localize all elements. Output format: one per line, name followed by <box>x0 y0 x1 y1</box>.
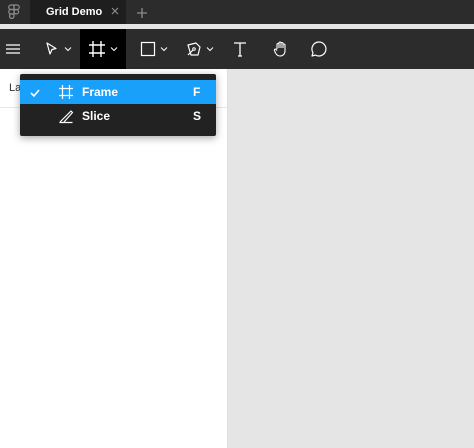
text-tool-button[interactable] <box>226 29 254 69</box>
chevron-down-icon[interactable] <box>206 46 214 52</box>
menu-item-label: Slice <box>82 109 111 123</box>
menu-icon <box>5 42 21 56</box>
comment-tool-button[interactable] <box>304 29 334 69</box>
menu-item-slice[interactable]: Slice S <box>20 104 216 128</box>
comment-tool-icon <box>310 40 328 58</box>
checkmark-icon <box>30 87 40 98</box>
chevron-down-icon[interactable] <box>110 46 118 52</box>
toolbar <box>0 29 474 69</box>
hand-tool-button[interactable] <box>266 29 296 69</box>
shape-tool-button[interactable] <box>134 29 174 69</box>
canvas[interactable] <box>229 69 474 448</box>
figma-logo-icon[interactable] <box>8 4 20 20</box>
pen-tool-icon <box>186 41 202 57</box>
slice-icon <box>58 108 74 124</box>
document-tab[interactable]: Grid Demo <box>30 0 126 24</box>
main-menu-button[interactable] <box>0 29 26 69</box>
frame-tool-dropdown: Frame F Slice S <box>20 74 216 136</box>
chevron-down-icon[interactable] <box>64 46 72 52</box>
menu-item-shortcut: F <box>193 85 201 99</box>
hand-tool-icon <box>272 40 290 58</box>
rectangle-tool-icon <box>140 41 156 57</box>
close-icon[interactable] <box>110 6 120 16</box>
menu-item-frame[interactable]: Frame F <box>20 80 216 104</box>
menu-item-label: Frame <box>82 85 119 99</box>
frame-icon <box>58 84 74 100</box>
pen-tool-button[interactable] <box>180 29 220 69</box>
tab-bar: Grid Demo <box>0 0 474 24</box>
chevron-down-icon[interactable] <box>160 46 168 52</box>
tab-title: Grid Demo <box>46 6 103 18</box>
plus-icon[interactable] <box>136 6 148 18</box>
move-tool-icon <box>44 41 60 57</box>
frame-tool-button[interactable] <box>80 29 126 69</box>
menu-item-shortcut: S <box>193 109 202 123</box>
frame-tool-icon <box>88 40 106 58</box>
move-tool-button[interactable] <box>38 29 78 69</box>
text-tool-icon <box>232 41 248 57</box>
